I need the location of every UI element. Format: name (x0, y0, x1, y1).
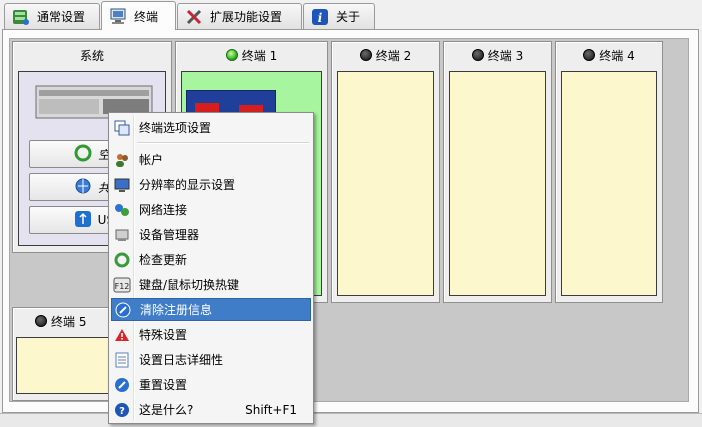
help-icon: ? (111, 402, 133, 418)
menu-item-network[interactable]: 网络连接 (111, 198, 311, 221)
f12-key-icon: F12 (111, 277, 133, 293)
system-title: 系统 (79, 48, 104, 63)
device-manager-icon (111, 227, 133, 243)
terminal-2-column: 终端 2 (331, 41, 440, 303)
warning-icon (111, 327, 133, 343)
terminal-label: 终端 3 (487, 48, 524, 63)
svg-text:i: i (318, 11, 323, 25)
menu-item-display-resolution[interactable]: 分辨率的显示设置 (111, 173, 311, 196)
menu-separator (137, 142, 309, 144)
terminal-2-screen[interactable] (337, 71, 434, 296)
terminal-panel: 系统 空闲 共享 (2, 29, 699, 413)
menu-item-reset-settings[interactable]: 重置设置 (111, 373, 311, 396)
tab-label: 终端 (134, 9, 159, 24)
tab-about[interactable]: i 关于 (303, 3, 375, 29)
status-bar (0, 413, 702, 427)
tab-bar: 通常设置 终端 扩展功能设置 i 关于 (0, 0, 702, 30)
terminal-4-screen[interactable] (561, 71, 657, 296)
usb-icon (74, 210, 92, 231)
terminal-4-column: 终端 4 (555, 41, 663, 303)
terminal-label: 终端 2 (375, 48, 412, 63)
terminal-label: 终端 4 (599, 48, 635, 63)
clear-icon (112, 302, 134, 318)
status-green-icon (225, 49, 238, 61)
computer-icon (108, 6, 128, 26)
tab-label: 扩展功能设置 (210, 10, 283, 24)
status-off-icon (359, 49, 372, 61)
menu-item-log-verbosity[interactable]: 设置日志详细性 (111, 348, 311, 371)
terminal-3-screen[interactable] (449, 71, 546, 296)
tab-general-settings[interactable]: 通常设置 (4, 3, 100, 29)
menu-item-hotkey[interactable]: F12 键盘/鼠标切换热键 (111, 273, 311, 296)
settings-tree-icon (11, 7, 31, 27)
network-icon (111, 202, 133, 218)
status-off-icon (35, 315, 47, 327)
menu-item-terminal-options[interactable]: 终端选项设置 (111, 116, 311, 139)
menu-item-check-update[interactable]: 检查更新 (111, 248, 311, 271)
terminal-label: 终端 1 (241, 48, 278, 63)
menu-item-clear-registration[interactable]: 清除注册信息 (111, 298, 311, 321)
tab-terminal[interactable]: 终端 (101, 1, 176, 30)
recycle-icon (74, 144, 92, 165)
tools-icon (184, 7, 204, 27)
monitor-icon (111, 177, 133, 193)
terminal-label: 终端 5 (51, 314, 87, 329)
status-off-icon (471, 49, 484, 61)
context-menu: 终端选项设置 帐户 分辨率的显示设置 网络连接 设备管理器 检查更新 F12 键… (108, 112, 314, 424)
shortcut-label: Shift+F1 (245, 402, 297, 417)
status-off-icon (583, 49, 596, 61)
users-icon (111, 152, 133, 168)
tab-label: 关于 (336, 10, 361, 24)
tab-extended-settings[interactable]: 扩展功能设置 (177, 3, 302, 29)
log-icon (111, 352, 133, 368)
reset-icon (111, 377, 133, 393)
info-icon: i (310, 7, 330, 27)
update-icon (111, 252, 133, 268)
menu-item-accounts[interactable]: 帐户 (111, 148, 311, 171)
tab-label: 通常设置 (37, 10, 86, 24)
globe-icon (74, 177, 92, 198)
terminal-3-column: 终端 3 (443, 41, 552, 303)
windows-icon (111, 120, 133, 136)
menu-item-whats-this[interactable]: ? 这是什么? Shift+F1 (111, 398, 311, 421)
svg-text:?: ? (119, 406, 125, 417)
menu-item-device-manager[interactable]: 设备管理器 (111, 223, 311, 246)
menu-item-special-settings[interactable]: 特殊设置 (111, 323, 311, 346)
svg-text:F12: F12 (115, 282, 130, 291)
